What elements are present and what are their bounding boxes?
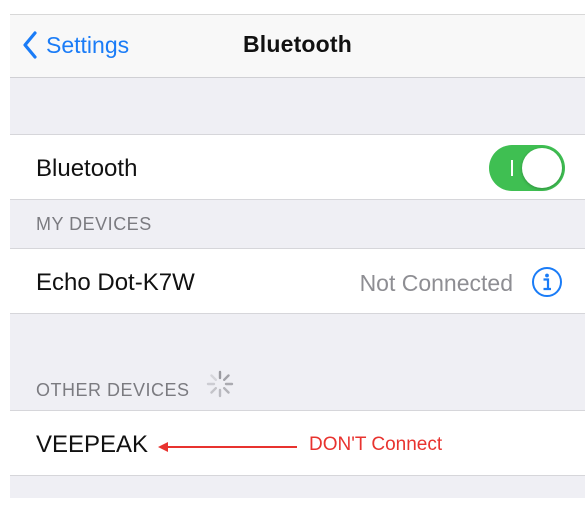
activity-spinner-icon bbox=[206, 370, 234, 398]
toggle-knob bbox=[522, 148, 562, 188]
other-devices-header: OTHER DEVICES bbox=[36, 380, 190, 400]
my-devices-header: MY DEVICES bbox=[36, 214, 152, 234]
bluetooth-label: Bluetooth bbox=[36, 155, 138, 182]
bluetooth-toggle-row: Bluetooth bbox=[10, 134, 585, 200]
device-row-veepeak[interactable]: VEEPEAK bbox=[10, 410, 585, 476]
annotation-text: DON'T Connect bbox=[309, 434, 443, 455]
bluetooth-toggle[interactable] bbox=[489, 145, 565, 191]
device-status: Not Connected bbox=[359, 270, 513, 296]
page-title: Bluetooth bbox=[242, 31, 353, 57]
navigation-bar: Settings Bluetooth bbox=[10, 14, 585, 78]
device-name: VEEPEAK bbox=[36, 431, 149, 458]
device-name: Echo Dot-K7W bbox=[36, 269, 195, 296]
toggle-on-mark bbox=[511, 160, 513, 176]
bluetooth-settings-screen: Settings Bluetooth Bluetooth MY DEVICES … bbox=[10, 14, 585, 498]
annotation-arrow-line bbox=[162, 446, 297, 448]
device-row-echo-dot[interactable]: Echo Dot-K7W Not Connected bbox=[10, 248, 585, 314]
info-icon[interactable] bbox=[531, 266, 563, 298]
